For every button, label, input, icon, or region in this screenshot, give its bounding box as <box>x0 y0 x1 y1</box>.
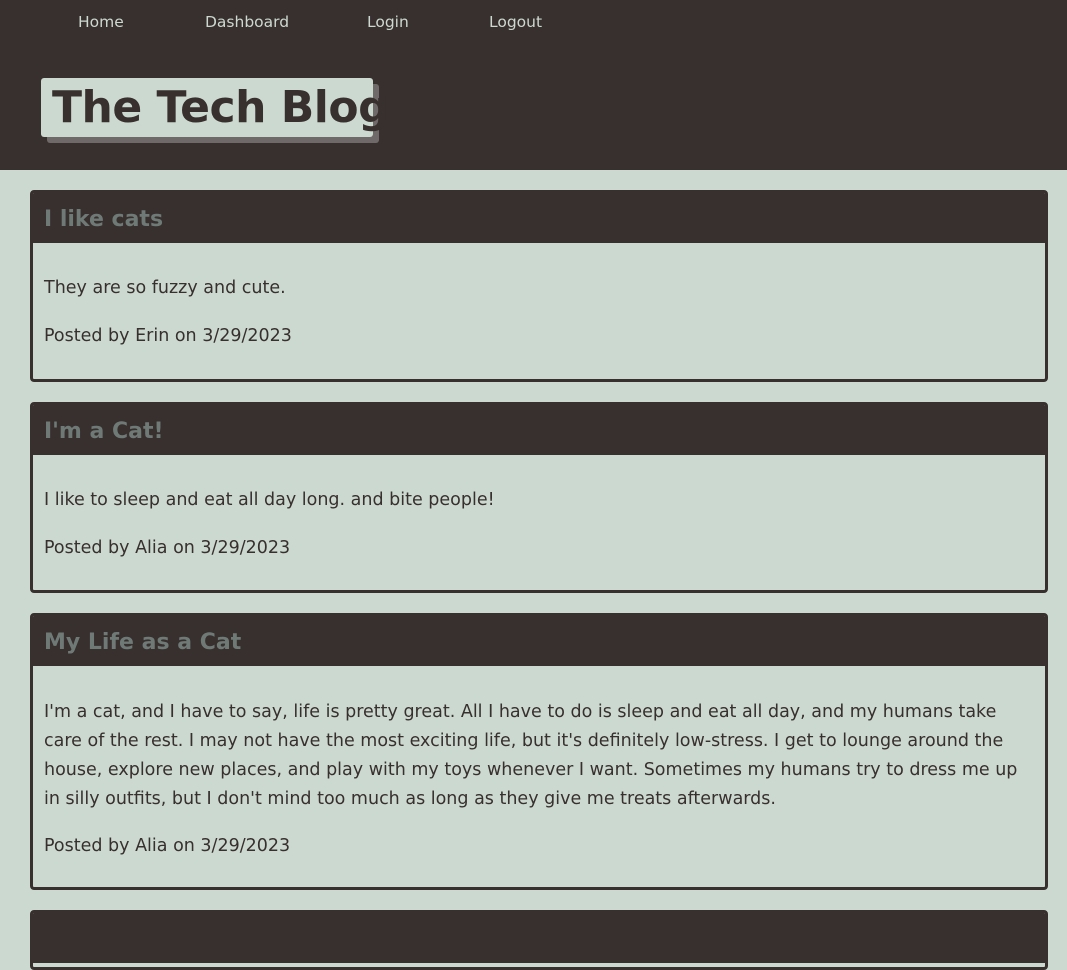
post-title[interactable]: I like cats <box>33 193 1045 243</box>
post-title[interactable]: I'm a Cat! <box>33 405 1045 455</box>
post-meta: Posted by Alia on 3/29/2023 <box>44 836 291 856</box>
post-card[interactable]: I like cats They are so fuzzy and cute. … <box>30 190 1048 382</box>
post-title[interactable]: My Life as a Cat <box>33 616 1045 666</box>
post-card[interactable]: My Life as a Cat I'm a cat, and I have t… <box>30 613 1048 890</box>
nav-link-home[interactable]: Home <box>78 13 124 31</box>
post-meta: Posted by Erin on 3/29/2023 <box>44 326 292 346</box>
nav-link-dashboard[interactable]: Dashboard <box>205 13 289 31</box>
post-content: I'm a cat, and I have to say, life is pr… <box>44 702 1018 809</box>
site-title: The Tech Blog <box>41 78 390 137</box>
post-title[interactable] <box>33 913 1045 963</box>
nav-link-login[interactable]: Login <box>367 13 409 31</box>
post-meta: Posted by Alia on 3/29/2023 <box>44 538 291 558</box>
post-card[interactable]: I'm a Cat! I like to sleep and eat all d… <box>30 402 1048 593</box>
post-content: I like to sleep and eat all day long. an… <box>44 490 495 510</box>
site-header: Home Dashboard Login Logout The Tech Blo… <box>0 0 1067 170</box>
site-brand: The Tech Blog <box>41 78 390 143</box>
post-card[interactable] <box>30 910 1048 970</box>
post-content: They are so fuzzy and cute. <box>44 278 286 298</box>
nav-link-logout[interactable]: Logout <box>489 13 542 31</box>
